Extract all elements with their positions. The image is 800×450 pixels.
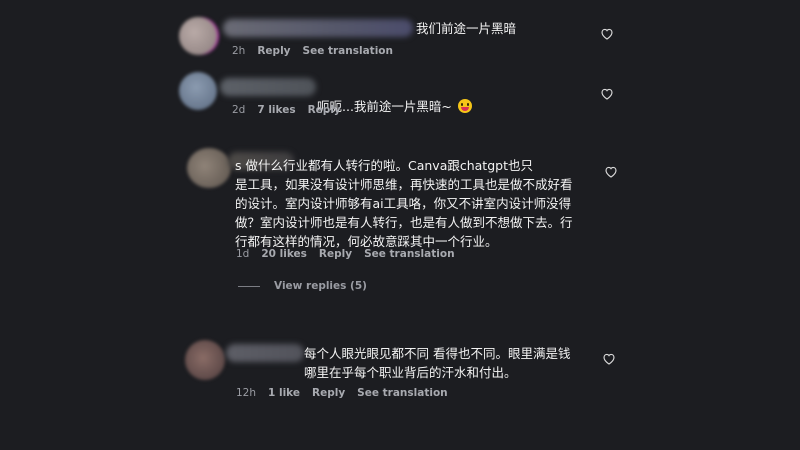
like-heart-icon[interactable] — [602, 352, 616, 365]
comment-meta: 1d 20 likes Reply See translation — [236, 248, 467, 260]
timestamp: 12h — [236, 387, 257, 399]
comment-text: s 做什么行业都有人转行的啦。Canva跟chatgpt也只 是工具，如果没有设… — [235, 158, 573, 249]
comment-meta: 2d 7 likes Reply — [232, 104, 353, 116]
reply-button[interactable]: Reply — [312, 387, 345, 399]
avatar[interactable] — [179, 72, 217, 110]
see-translation-button[interactable]: See translation — [364, 248, 454, 260]
likes-count[interactable]: 7 likes — [257, 104, 295, 116]
view-replies-label[interactable]: View replies (5) — [274, 280, 367, 292]
replies-divider — [238, 285, 260, 287]
avatar[interactable] — [187, 148, 231, 188]
like-heart-icon[interactable] — [600, 27, 614, 40]
username-blurred[interactable] — [223, 19, 413, 37]
username-blurred[interactable] — [220, 78, 316, 96]
timestamp: 2h — [232, 45, 246, 57]
grinning-face-with-tongue-icon — [457, 99, 472, 113]
like-heart-icon[interactable] — [600, 87, 614, 100]
reply-button[interactable]: Reply — [257, 45, 290, 57]
comment-text: 每个人眼光眼见都不同 看得也不同。眼里满是钱 哪里在乎每个职业背后的汗水和付出。 — [304, 346, 571, 380]
see-translation-button[interactable]: See translation — [357, 387, 447, 399]
comment-meta: 12h 1 like Reply See translation — [236, 387, 460, 399]
view-replies-button[interactable]: View replies (5) — [238, 280, 367, 292]
timestamp: 2d — [232, 104, 246, 116]
comment-meta: 2h Reply See translation — [232, 45, 405, 57]
likes-count[interactable]: 1 like — [268, 387, 300, 399]
reply-button[interactable]: Reply — [308, 104, 341, 116]
avatar[interactable] — [179, 17, 217, 55]
like-heart-icon[interactable] — [604, 165, 618, 178]
username-blurred[interactable] — [226, 344, 304, 362]
likes-count[interactable]: 20 likes — [261, 248, 307, 260]
comment-text: 我们前途一片黑暗 — [416, 21, 517, 36]
see-translation-button[interactable]: See translation — [303, 45, 393, 57]
reply-button[interactable]: Reply — [319, 248, 352, 260]
timestamp: 1d — [236, 248, 250, 260]
avatar[interactable] — [185, 340, 225, 380]
